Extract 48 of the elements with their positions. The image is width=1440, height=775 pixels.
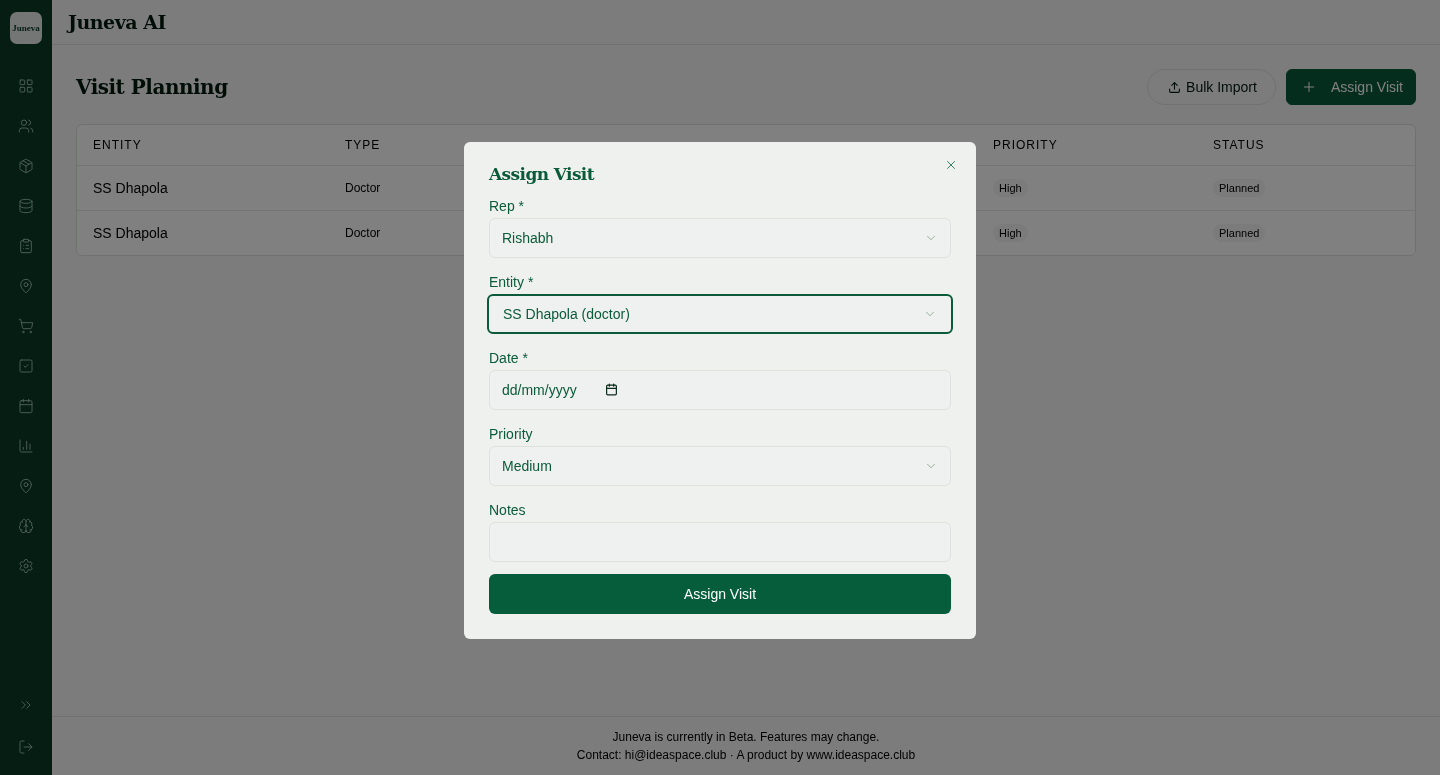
column-header: STATUS (1213, 138, 1265, 152)
dialog-title: Assign Visit (489, 164, 596, 184)
status-badge: Planned (1213, 224, 1266, 242)
cart-icon[interactable] (18, 318, 34, 334)
bulk-import-button[interactable]: Bulk Import (1147, 69, 1276, 105)
select-field[interactable]: SS Dhapola (doctor) (487, 294, 953, 334)
calendar-icon[interactable] (18, 398, 34, 414)
table-cell: SS Dhapola (93, 225, 168, 241)
field-label: Entity * (489, 274, 535, 290)
users-icon[interactable] (18, 118, 34, 134)
field-label: Rep * (489, 198, 526, 214)
table-cell: SS Dhapola (93, 180, 168, 196)
table-cell: Doctor (345, 226, 381, 240)
priority-badge: High (993, 179, 1028, 197)
close-icon (944, 158, 958, 172)
field-label: Priority (489, 426, 534, 442)
upload-icon (1168, 80, 1182, 94)
field-label: Date * (489, 350, 529, 366)
submit-button[interactable]: Assign Visit (489, 574, 951, 614)
calendar-icon (605, 383, 618, 396)
select-field[interactable]: Medium (489, 446, 951, 486)
table-cell: Doctor (345, 181, 381, 195)
clipboard-icon[interactable] (18, 238, 34, 254)
bar-chart-icon[interactable] (18, 438, 34, 454)
brain-icon[interactable] (18, 518, 34, 534)
field-label: Notes (489, 502, 527, 518)
app-title: Juneva AI (68, 11, 166, 33)
assign-visit-button[interactable]: Assign Visit (1285, 69, 1416, 105)
logout-icon[interactable] (18, 739, 34, 755)
date-field[interactable]: dd/mm/yyyy (489, 370, 951, 410)
footer-text: Contact: hi@ideaspace.club · A product by www.ideaspace.club (576, 748, 916, 762)
map-pin-icon[interactable] (18, 478, 34, 494)
status-badge: Planned (1213, 179, 1266, 197)
column-header: ENTITY (93, 138, 142, 152)
column-header: PRIORITY (993, 138, 1058, 152)
page-title: Visit Planning (76, 75, 228, 99)
select-field[interactable]: Rishabh (489, 218, 951, 258)
footer-text: Juneva is currently in Beta. Features may change. (612, 730, 880, 744)
close-button[interactable] (944, 158, 958, 172)
grid-icon[interactable] (18, 78, 34, 94)
app-logo: Juneva (10, 12, 42, 44)
database-icon[interactable] (18, 198, 34, 214)
settings-icon[interactable] (18, 558, 34, 574)
map-pin-icon[interactable] (18, 278, 34, 294)
column-header: TYPE (345, 138, 381, 152)
priority-badge: High (993, 224, 1028, 242)
checkbox-icon[interactable] (18, 358, 34, 374)
box-icon[interactable] (18, 158, 34, 174)
